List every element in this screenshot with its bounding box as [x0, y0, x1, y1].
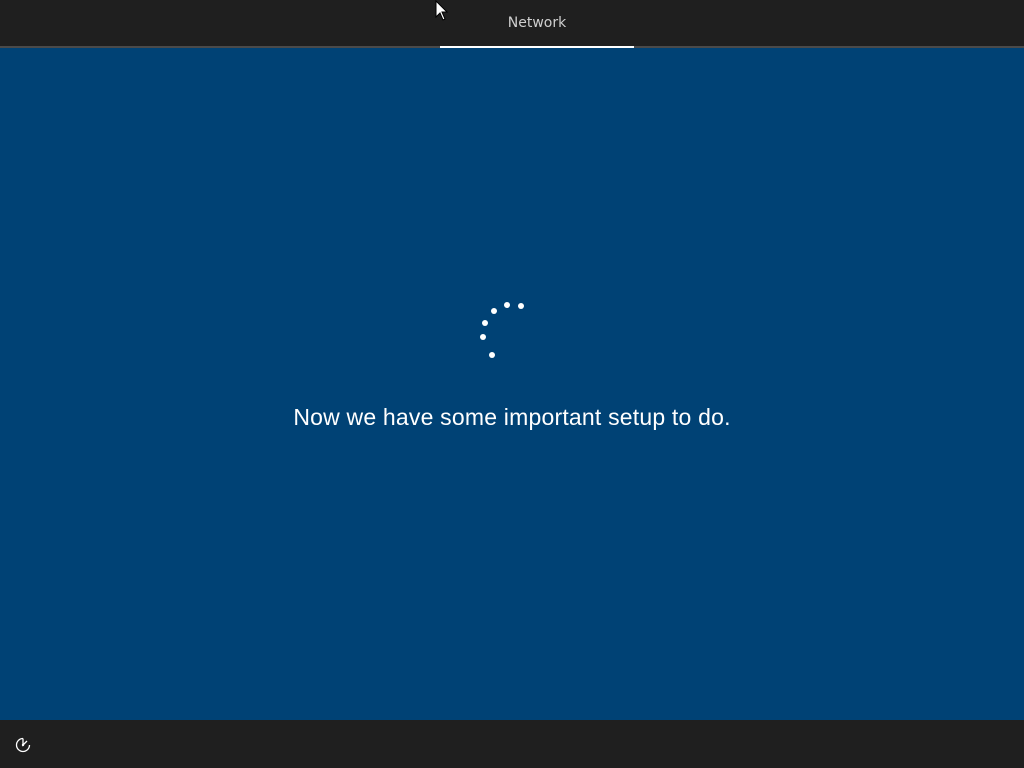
ease-of-access-icon	[15, 737, 31, 753]
step-header: Network	[0, 0, 1024, 48]
spinner-dot	[491, 308, 497, 314]
loading-spinner-icon	[479, 300, 529, 360]
active-tab-indicator	[440, 46, 634, 48]
oobe-screen: Network Now we have some important setup…	[0, 0, 1024, 768]
spinner-dot	[518, 303, 524, 309]
spinner-dot	[504, 302, 510, 308]
spinner-dot	[482, 320, 488, 326]
spinner-dot	[480, 334, 486, 340]
ease-of-access-button[interactable]	[10, 732, 36, 758]
bottom-bar	[0, 720, 1024, 768]
tab-network-label: Network	[507, 15, 567, 31]
setup-message: Now we have some important setup to do.	[293, 404, 731, 430]
tab-network: Network	[440, 0, 634, 48]
spinner-dot	[489, 352, 495, 358]
